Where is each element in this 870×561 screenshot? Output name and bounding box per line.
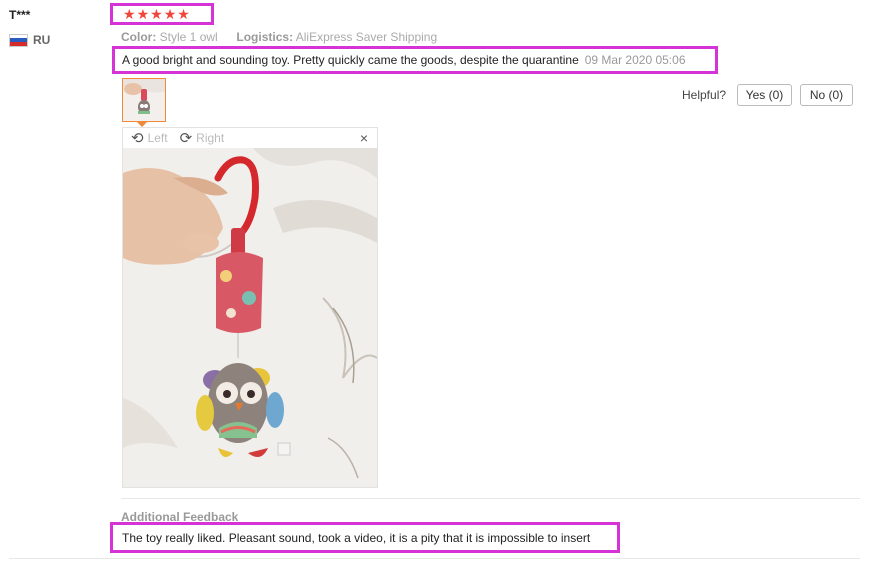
star-icon: ★ [163,6,177,22]
rotate-right-label[interactable]: Right [196,131,224,145]
additional-feedback-text: The toy really liked. Pleasant sound, to… [122,530,591,545]
close-icon[interactable]: × [360,130,368,146]
bottom-divider [9,558,860,559]
rotate-right-icon[interactable]: ⟳ [180,129,193,147]
star-icon: ★ [136,6,150,22]
country-code: RU [33,33,51,47]
reviewer-name: T*** [9,8,31,22]
review-photo-thumbnail[interactable] [122,78,166,122]
helpful-no-button[interactable]: No (0) [800,84,853,106]
star-rating: ★ ★ ★ ★ ★ [110,3,214,25]
review-date: 09 Mar 2020 05:06 [584,53,686,67]
review-text-block: A good bright and sounding toy. Pretty q… [112,46,718,74]
russia-flag-icon [9,33,28,47]
rotate-left-label[interactable]: Left [148,131,168,145]
color-label: Color: [121,30,157,44]
viewer-toolbar: ⟲ Left ⟳ Right [123,128,377,148]
review-text: A good bright and sounding toy. Pretty q… [122,53,579,67]
color-value: Style 1 owl [159,30,218,44]
additional-feedback-block: The toy really liked. Pleasant sound, to… [110,522,620,553]
review-photo [123,148,377,487]
rotate-left-icon[interactable]: ⟲ [131,129,144,147]
star-icon: ★ [177,6,190,22]
star-icon: ★ [150,6,163,22]
helpful-yes-button[interactable]: Yes (0) [737,84,792,106]
order-meta: Color: Style 1 owl Logistics: AliExpress… [121,30,437,44]
star-icon: ★ [123,6,136,22]
section-divider [121,498,860,499]
reviewer-country: RU [9,33,50,47]
photo-viewer: ⟲ Left ⟳ Right × [122,127,378,488]
helpful-label: Helpful? [682,88,727,102]
logistics-value: AliExpress Saver Shipping [295,30,438,44]
logistics-label: Logistics: [236,30,294,44]
